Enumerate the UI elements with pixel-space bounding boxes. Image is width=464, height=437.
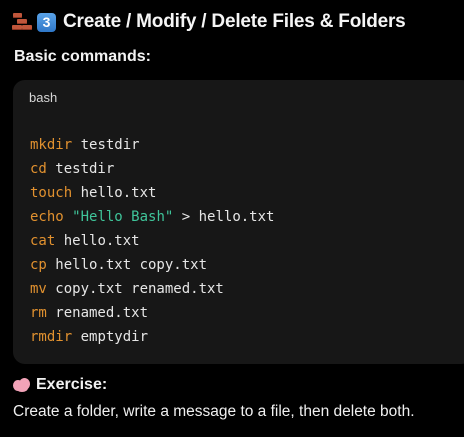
code-line: cat hello.txt bbox=[30, 229, 274, 253]
section-title: Create / Modify / Delete Files & Folders bbox=[63, 11, 406, 32]
code-command: rm bbox=[30, 305, 47, 321]
code-arguments: renamed.txt bbox=[46, 305, 149, 321]
code-command: mv bbox=[30, 281, 47, 297]
code-command: cd bbox=[30, 161, 47, 177]
exercise-heading: Exercise: bbox=[13, 374, 107, 396]
code-line: rmdir emptydir bbox=[30, 325, 274, 349]
code-string: "Hello Bash" bbox=[72, 209, 174, 225]
exercise-title: Exercise: bbox=[36, 376, 108, 393]
keycap-3-icon: 3 bbox=[37, 12, 56, 32]
code-block[interactable]: bash mkdir testdir cd testdir touch hello.… bbox=[13, 80, 464, 364]
exercise-description: Create a folder, write a message to a fi… bbox=[13, 403, 415, 420]
code-line: echo "Hello Bash" > hello.txt bbox=[30, 205, 274, 229]
code-line: rm renamed.txt bbox=[30, 301, 274, 325]
code-arguments: testdir bbox=[72, 137, 140, 153]
bricks-icon bbox=[12, 13, 33, 31]
code-arguments: copy.txt renamed.txt bbox=[46, 281, 224, 297]
code-arguments: > hello.txt bbox=[173, 209, 275, 225]
subheading: Basic commands: bbox=[14, 48, 151, 65]
code-line: mv copy.txt renamed.txt bbox=[30, 277, 274, 301]
code-arguments: testdir bbox=[46, 161, 115, 177]
code-line: touch hello.txt bbox=[30, 181, 274, 205]
code-arguments: hello.txt copy.txt bbox=[46, 257, 208, 273]
code-command: cp bbox=[30, 257, 47, 273]
code-arguments: hello.txt bbox=[55, 233, 140, 249]
code-command: cat bbox=[30, 233, 56, 249]
code-command: mkdir bbox=[30, 137, 73, 153]
code-line: cp hello.txt copy.txt bbox=[30, 253, 274, 277]
code-language-label: bash bbox=[29, 90, 58, 105]
code-line: mkdir testdir bbox=[30, 133, 274, 157]
code-line: cd testdir bbox=[30, 157, 274, 181]
code-command: rmdir bbox=[30, 329, 73, 345]
code-command: touch bbox=[30, 185, 73, 201]
code-arguments: emptydir bbox=[72, 329, 149, 345]
code-arguments: hello.txt bbox=[72, 185, 157, 201]
code-content[interactable]: mkdir testdir cd testdir touch hello.txt ec… bbox=[30, 133, 274, 349]
section-heading: 3 Create / Modify / Delete Files & Folde… bbox=[12, 8, 406, 36]
brain-icon bbox=[13, 378, 30, 392]
code-command: echo bbox=[30, 209, 64, 225]
